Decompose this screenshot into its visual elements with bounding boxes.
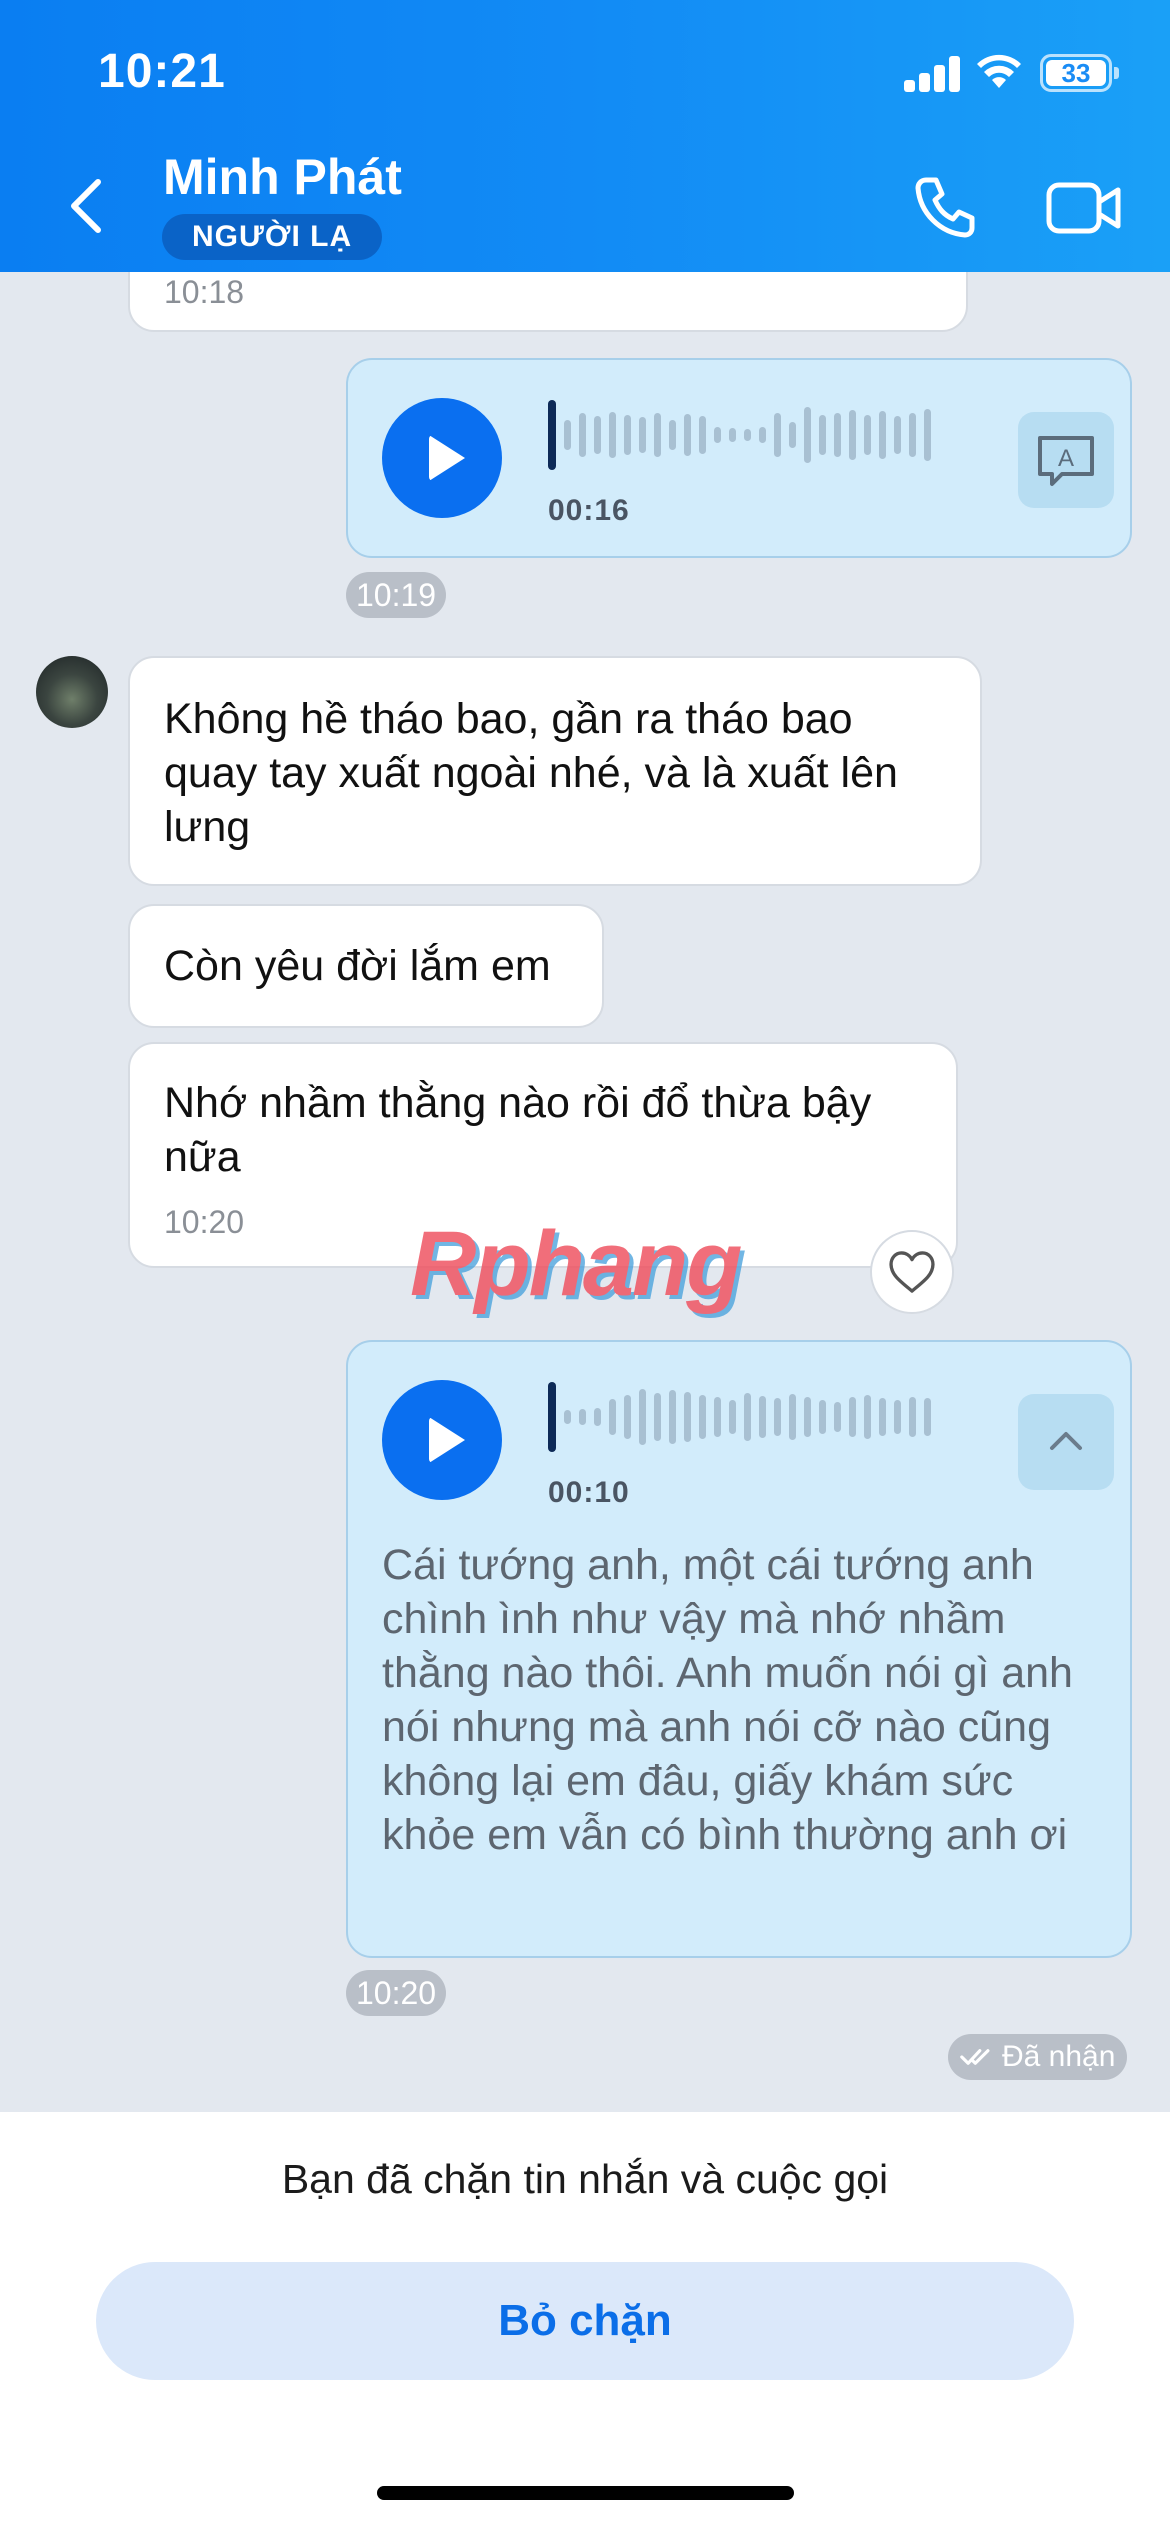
message-time-pill: 10:20 [346, 1970, 447, 2016]
stranger-badge: NGƯỜI LẠ [162, 214, 383, 260]
voice-duration: 00:10 [548, 1476, 630, 1509]
video-call-icon[interactable] [1046, 180, 1122, 236]
contact-name[interactable]: Minh Phát [163, 148, 402, 206]
message-bubble[interactable]: Không hề tháo bao, gần ra tháo bao quay … [128, 656, 982, 886]
phone-icon[interactable] [912, 174, 978, 240]
delivery-status: Đã nhận [948, 2034, 1128, 2080]
blocked-panel: Bạn đã chặn tin nhắn và cuộc gọi Bỏ chặn [0, 2112, 1170, 2532]
message-list[interactable]: 10:18 00:16 A 10:19 Không hề tháo bao, g… [0, 272, 1170, 2112]
collapse-icon [1050, 1432, 1082, 1450]
message-time: 10:18 [164, 274, 245, 310]
message-text: Còn yêu đời lắm em [164, 942, 551, 990]
message-time: 10:20 [164, 1204, 245, 1240]
unblock-button[interactable]: Bỏ chặn [96, 2262, 1074, 2380]
voice-transcript: Cái tướng anh, một cái tướng anh chình ì… [382, 1541, 1073, 1859]
home-indicator[interactable] [377, 2486, 794, 2500]
audio-waveform[interactable] [548, 1382, 931, 1452]
play-icon[interactable] [382, 1380, 502, 1500]
message-text: Nhớ nhầm thằng nào rồi đổ thừa bậy nữa [164, 1079, 872, 1181]
voice-duration: 00:16 [548, 494, 630, 527]
message-time-pill: 10:19 [346, 572, 447, 618]
avatar[interactable] [36, 656, 108, 728]
status-time: 10:21 [98, 45, 226, 98]
cellular-signal-icon [904, 56, 962, 92]
battery-indicator: 33 [1040, 54, 1119, 92]
audio-waveform[interactable] [548, 400, 931, 470]
transcribe-button[interactable]: A [1018, 412, 1114, 508]
svg-text:A: A [1058, 445, 1074, 472]
back-icon[interactable] [62, 176, 112, 236]
voice-message-bubble[interactable]: 00:10 Cái tướng anh, một cái tướng anh c… [346, 1340, 1132, 1958]
message-bubble[interactable]: Còn yêu đời lắm em [128, 904, 604, 1028]
heart-icon[interactable] [870, 1230, 954, 1314]
message-bubble-partial[interactable]: 10:18 [128, 272, 968, 332]
wifi-icon [977, 54, 1021, 88]
transcribe-icon: A [1038, 436, 1094, 486]
delivery-status-text: Đã nhận [1002, 2040, 1116, 2073]
chat-header: 10:21 33 Minh Phát NGƯỜI LẠ [0, 0, 1170, 272]
message-text: Không hề tháo bao, gần ra tháo bao quay … [164, 695, 898, 851]
blocked-notice: Bạn đã chặn tin nhắn và cuộc gọi [281, 2156, 889, 2202]
double-check-icon [960, 2049, 990, 2065]
play-icon[interactable] [382, 398, 502, 518]
watermark-logo: Rphang [410, 1213, 742, 1315]
collapse-transcript-button[interactable] [1018, 1394, 1114, 1490]
voice-message-bubble[interactable]: 00:16 A [346, 358, 1132, 558]
